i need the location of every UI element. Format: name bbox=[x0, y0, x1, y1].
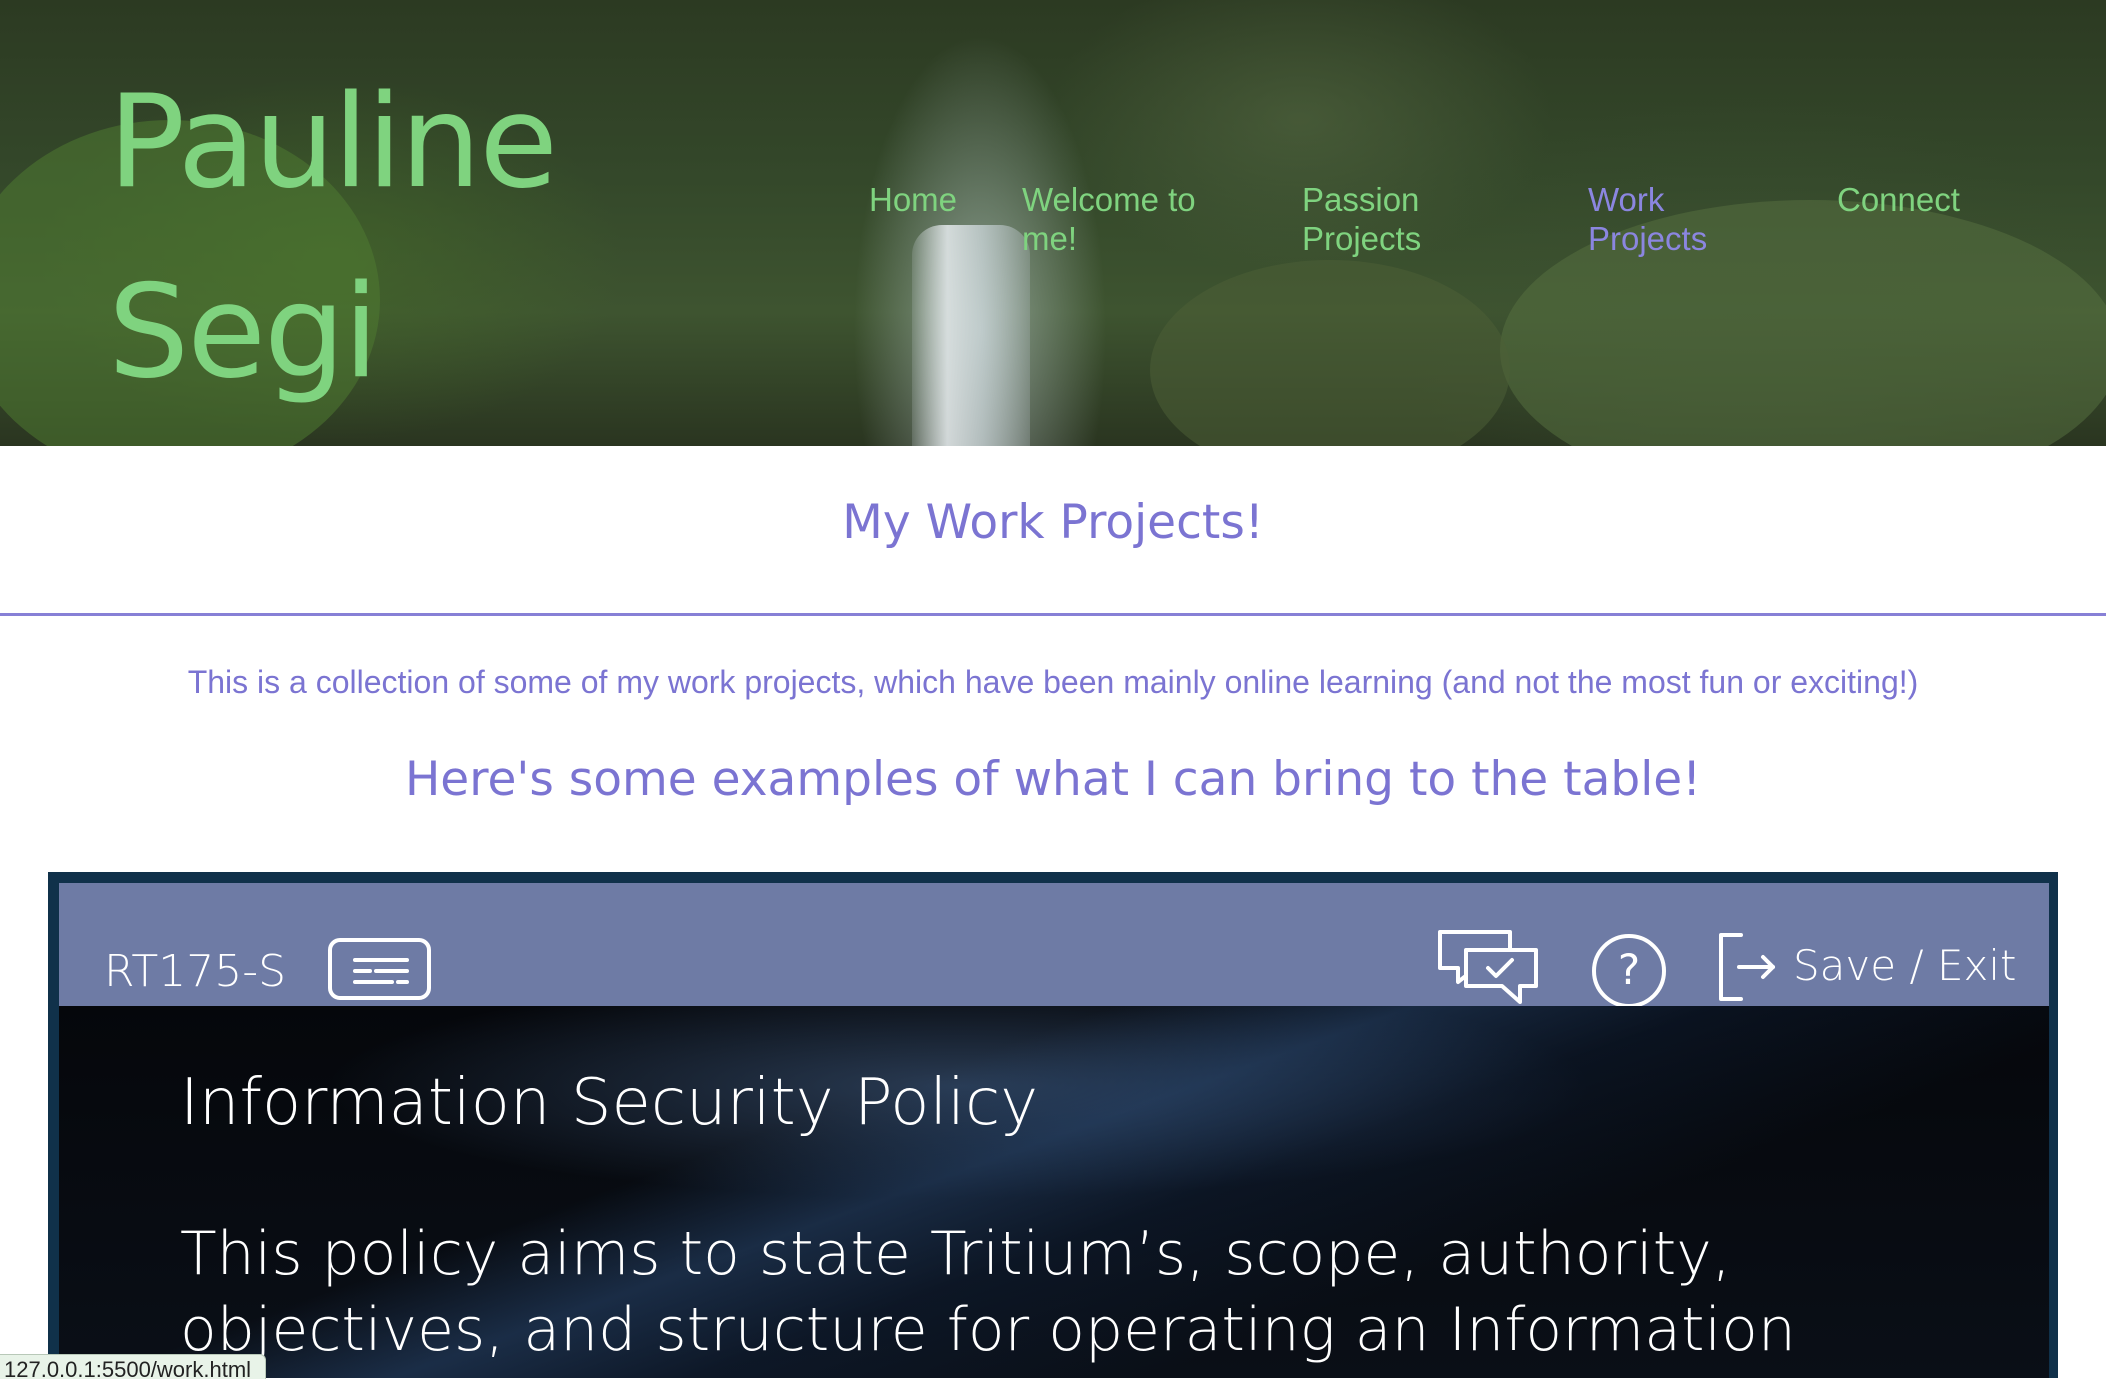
foliage-decoration bbox=[1150, 260, 1510, 446]
course-code: RT175-S bbox=[104, 946, 287, 997]
course-toolbar: RT175-S ? Save / Exit bbox=[59, 883, 2049, 1008]
nav-work-projects[interactable]: Work Projects bbox=[1588, 180, 1718, 258]
menu-lines-icon[interactable] bbox=[328, 938, 431, 1000]
section-subheading: Here's some examples of what I can bring… bbox=[404, 752, 1702, 807]
header-banner: Pauline Segi Home Welcome to me! Passion … bbox=[0, 0, 2106, 446]
status-bar-url: 127.0.0.1:5500/work.html bbox=[0, 1354, 267, 1379]
save-exit-label: Save / Exit bbox=[1793, 941, 2017, 990]
nav-passion-projects[interactable]: Passion Projects bbox=[1302, 180, 1452, 258]
course-player-embed[interactable]: RT175-S ? Save / Exit Information Securi… bbox=[48, 872, 2058, 1378]
course-slide: Information Security Policy This policy … bbox=[59, 1006, 2049, 1378]
question-mark-icon[interactable]: ? bbox=[1592, 934, 1666, 1008]
nav-welcome[interactable]: Welcome to me! bbox=[1022, 180, 1232, 258]
slide-title: Information Security Policy bbox=[180, 1066, 1039, 1140]
intro-text: This is a collection of some of my work … bbox=[187, 664, 1919, 700]
page-title: My Work Projects! bbox=[842, 495, 1264, 550]
slide-text: This policy aims to state Tritium’s, sco… bbox=[180, 1219, 1796, 1365]
chat-bubbles-check-icon[interactable] bbox=[1436, 928, 1540, 1013]
divider bbox=[0, 613, 2106, 616]
main-nav: Home Welcome to me! Passion Projects Wor… bbox=[0, 180, 2106, 280]
nav-home[interactable]: Home bbox=[869, 180, 979, 219]
site-title-line: Segi bbox=[108, 258, 379, 407]
exit-arrow-icon bbox=[1719, 933, 1775, 1001]
help-glyph: ? bbox=[1617, 945, 1641, 994]
nav-connect[interactable]: Connect bbox=[1837, 180, 1987, 219]
